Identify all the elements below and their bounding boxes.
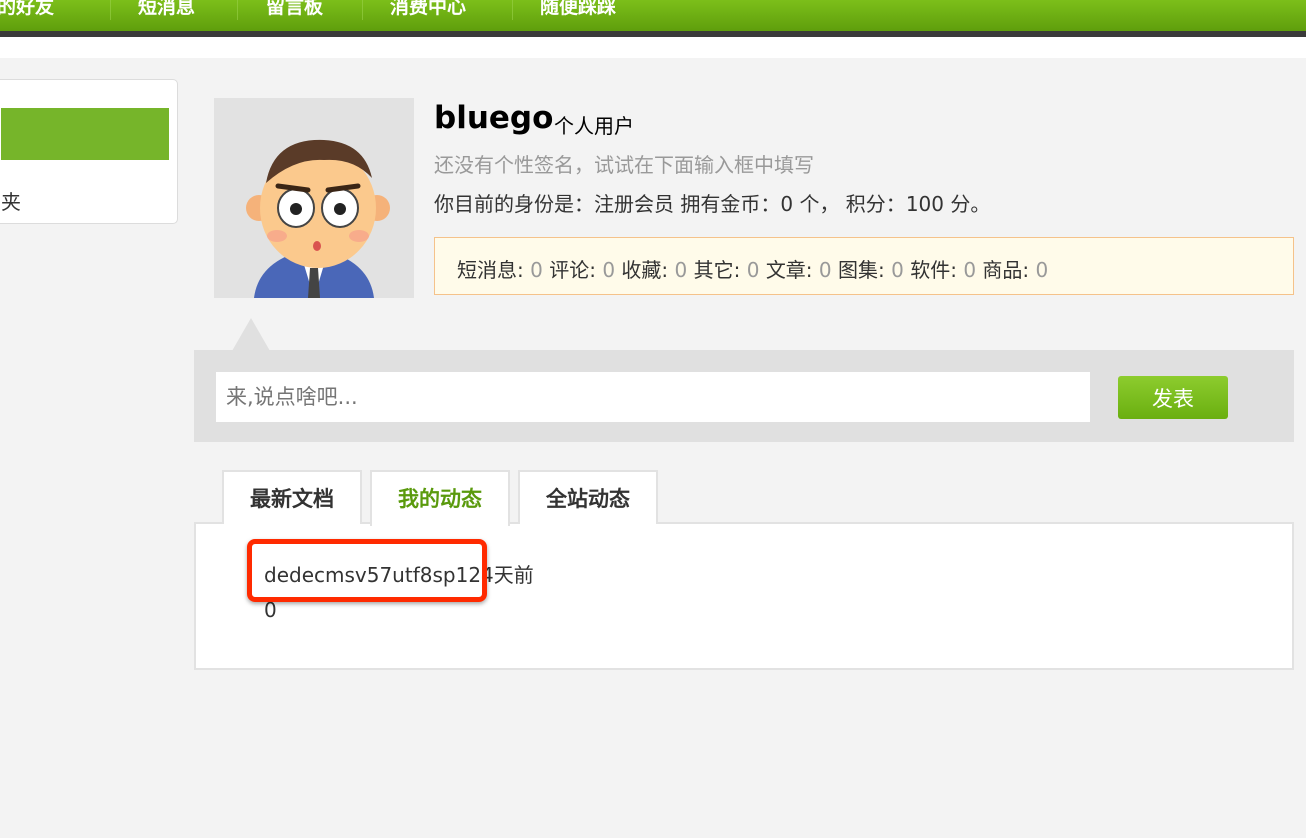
stat-label-favorites: 收藏: <box>621 258 669 282</box>
nav-item-friends[interactable]: 我的好友 <box>0 0 54 24</box>
gold-count: 0 <box>780 192 794 216</box>
identity-suffix: 分。 <box>944 192 991 216</box>
stat-value-articles[interactable]: 0 <box>819 258 832 282</box>
stat-value-products[interactable]: 0 <box>1036 258 1049 282</box>
stats-row: 短消息: 0 评论: 0 收藏: 0 其它: 0 文章: 0 图集: 0 软件:… <box>457 254 1048 283</box>
publish-button[interactable]: 发表 <box>1118 376 1228 419</box>
nav-separator <box>110 0 111 20</box>
identity-prefix: 你目前的身份是：注册会员 拥有金币： <box>434 192 781 216</box>
stat-label-albums: 图集: <box>838 258 885 282</box>
avatar-pointer-arrow <box>232 318 270 351</box>
stat-value-software[interactable]: 0 <box>963 258 976 282</box>
stat-label-other: 其它: <box>693 258 741 282</box>
points-count: 100 <box>905 192 944 216</box>
stat-value-messages[interactable]: 0 <box>530 258 543 282</box>
identity-mid: 个， 积分： <box>793 192 906 216</box>
stat-value-favorites[interactable]: 0 <box>675 258 688 282</box>
nav-item-guestbook[interactable]: 留言板 <box>266 0 323 24</box>
sidebar-menu: 夹 <box>0 79 178 224</box>
stat-label-products: 商品: <box>982 258 1030 282</box>
header-strip <box>0 37 1306 58</box>
top-navigation-bar: 我的好友 短消息 留言板 消费中心 随便踩踩 <box>0 0 1306 31</box>
stat-label-messages: 短消息: <box>457 258 524 282</box>
nav-item-browse[interactable]: 随便踩踩 <box>540 0 616 24</box>
avatar-cartoon-icon <box>246 139 390 298</box>
stat-label-software: 软件: <box>910 258 957 282</box>
annotation-highlight-box <box>247 539 487 602</box>
identity-info: 你目前的身份是：注册会员 拥有金币：0 个， 积分：100 分。 <box>434 188 990 217</box>
tab-my-activity[interactable]: 我的动态 <box>370 470 510 526</box>
nav-separator <box>362 0 363 20</box>
status-input[interactable] <box>216 372 1090 422</box>
username[interactable]: bluego <box>434 100 553 136</box>
tab-latest-docs[interactable]: 最新文档 <box>222 470 362 524</box>
avatar[interactable] <box>214 98 414 298</box>
stat-value-comments[interactable]: 0 <box>602 258 615 282</box>
stat-value-albums[interactable]: 0 <box>891 258 904 282</box>
nav-item-messages[interactable]: 短消息 <box>138 0 195 24</box>
sidebar-item-active[interactable] <box>1 108 169 160</box>
nav-separator <box>512 0 513 20</box>
user-type-label: 个人用户 <box>554 114 634 138</box>
sidebar-item-favorites[interactable]: 夹 <box>1 186 21 215</box>
signature-hint: 还没有个性签名，试试在下面输入框中填写 <box>434 153 814 177</box>
stat-value-other[interactable]: 0 <box>747 258 760 282</box>
stat-label-comments: 评论: <box>549 258 596 282</box>
tab-site-activity[interactable]: 全站动态 <box>518 470 658 524</box>
nav-separator <box>237 0 238 20</box>
stat-label-articles: 文章: <box>765 258 813 282</box>
nav-item-consumption-center[interactable]: 消费中心 <box>390 0 466 24</box>
post-panel: 发表 <box>194 350 1294 442</box>
stats-panel: 短消息: 0 评论: 0 收藏: 0 其它: 0 文章: 0 图集: 0 软件:… <box>434 237 1294 295</box>
